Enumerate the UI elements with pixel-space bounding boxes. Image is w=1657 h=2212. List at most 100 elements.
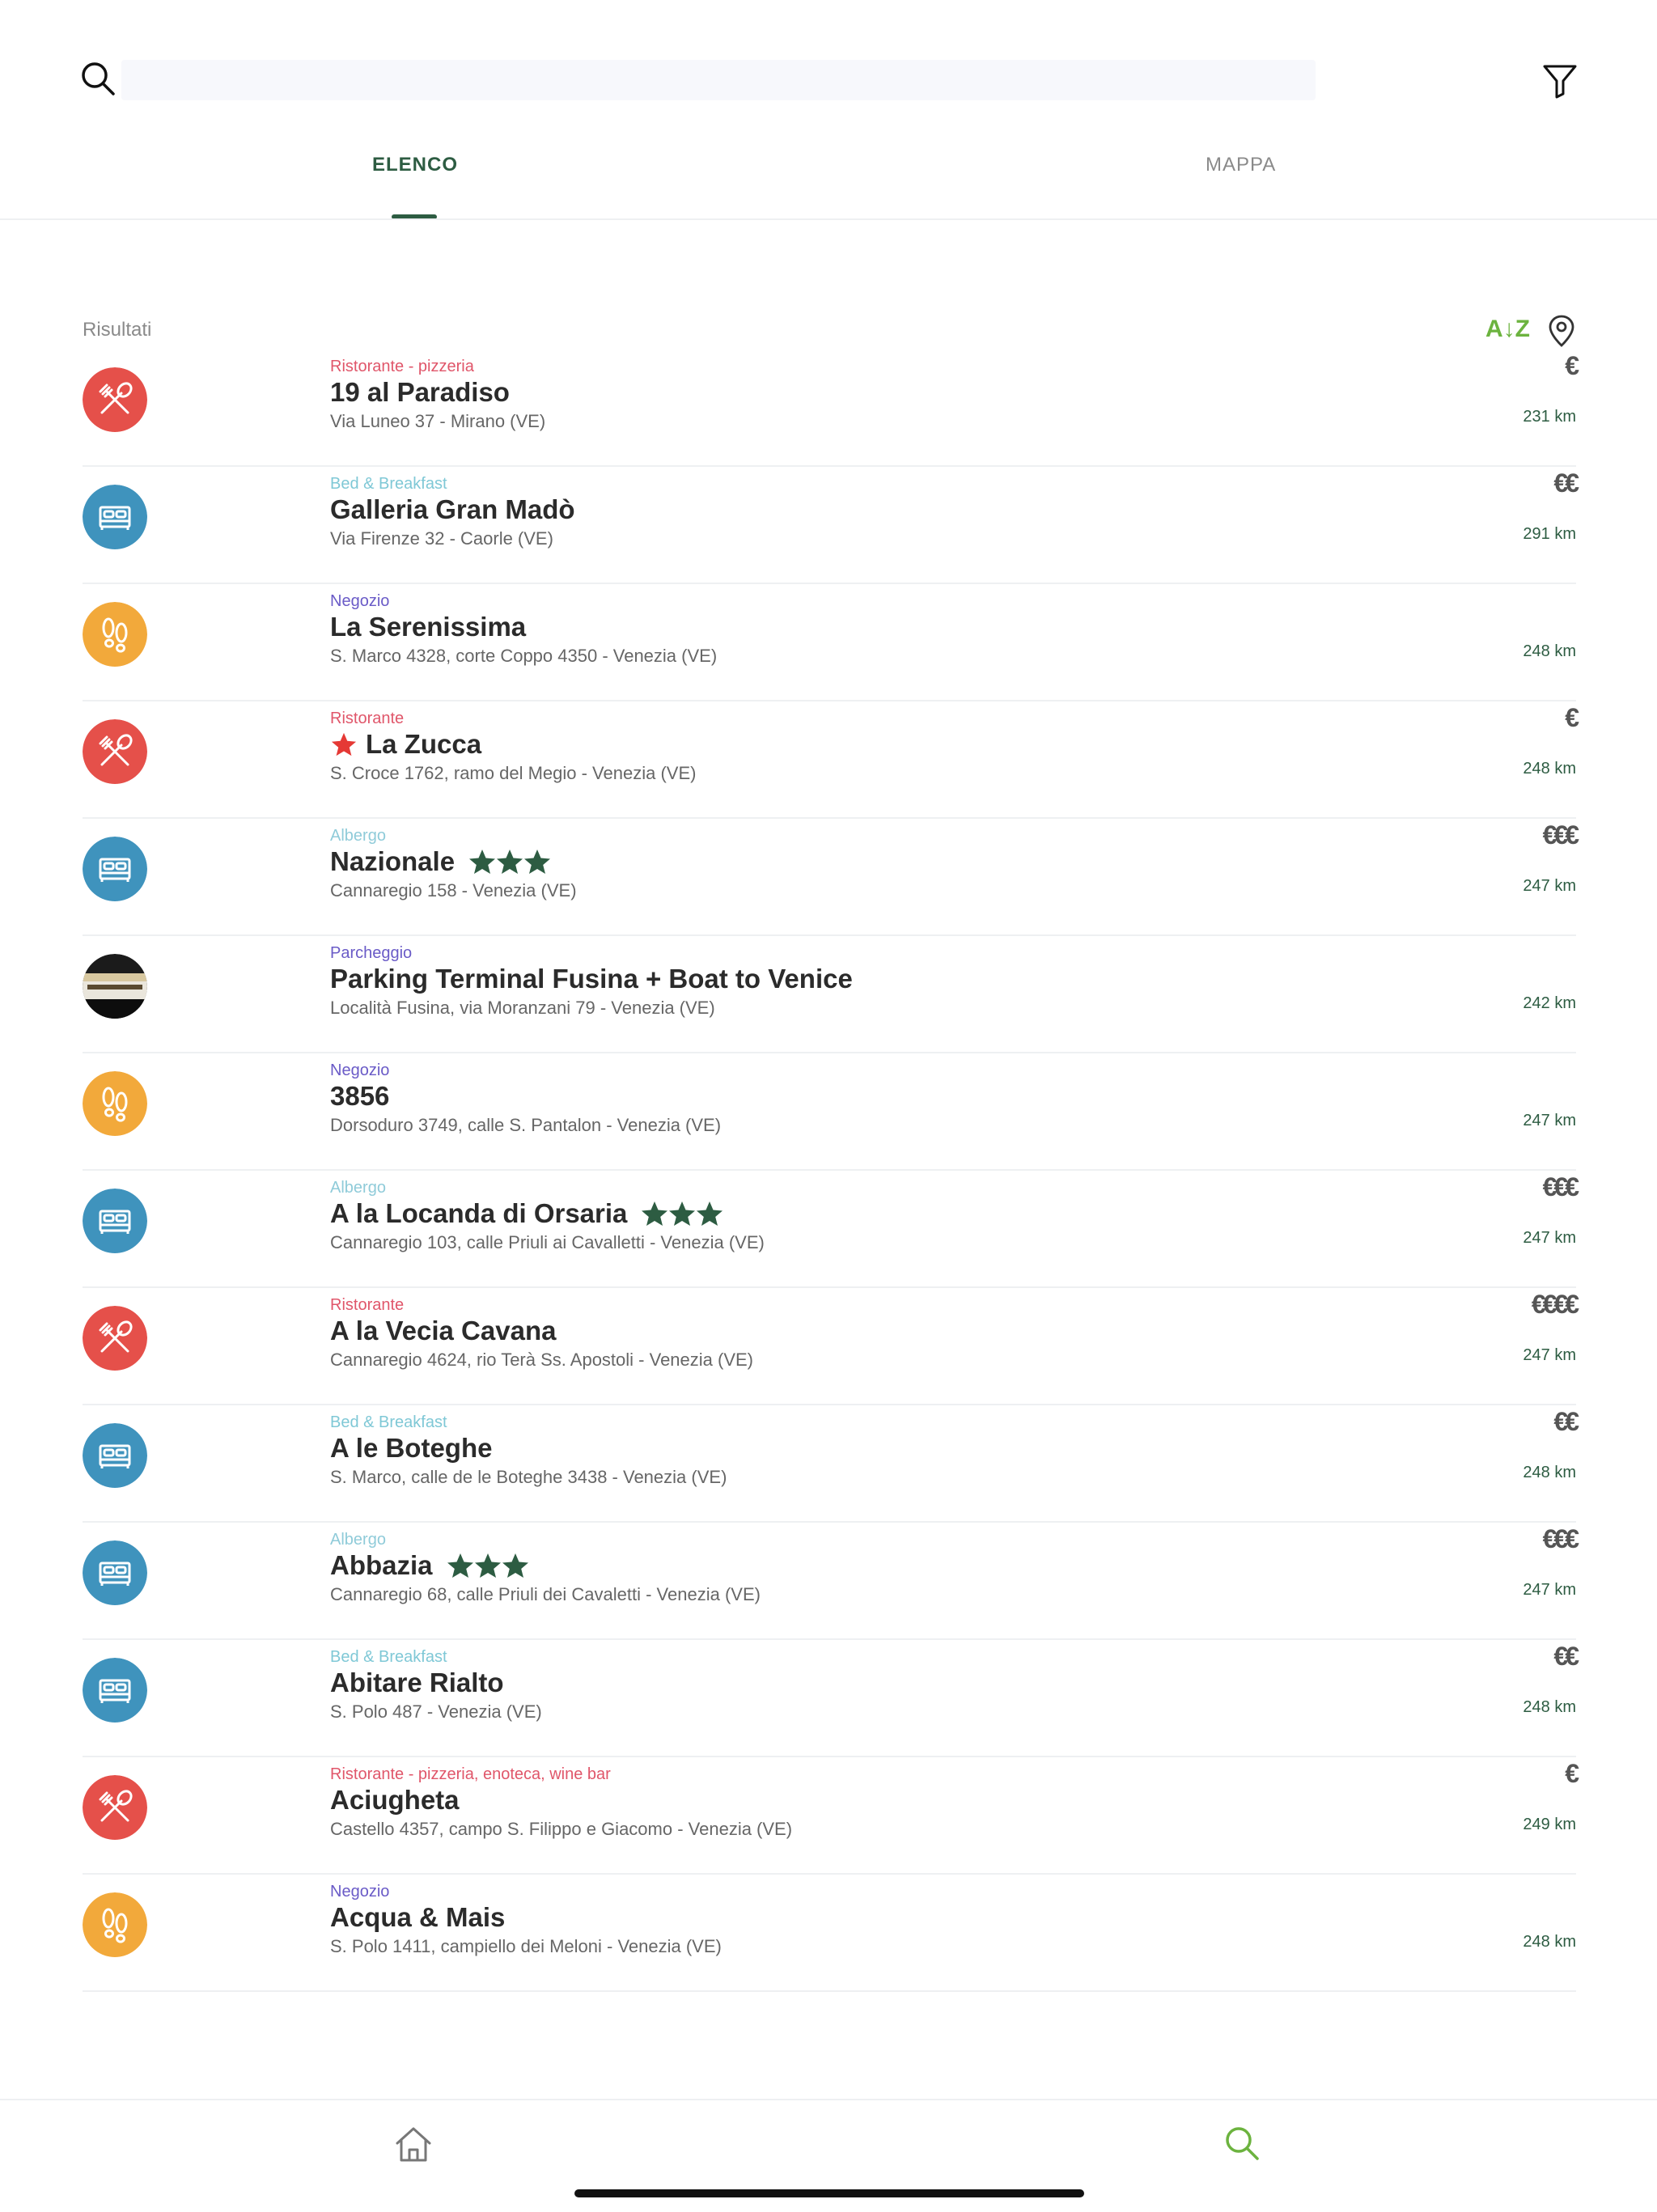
price-level: €	[1565, 703, 1579, 732]
list-item[interactable]: Albergo A la Locanda di Orsaria Cannaregio…	[83, 1171, 1579, 1288]
place-name-text: Acqua & Mais	[330, 1902, 506, 1932]
price-level: €	[1565, 1759, 1579, 1788]
list-item[interactable]: Ristorante - pizzeria 19 al Paradiso Via L…	[83, 350, 1579, 467]
place-name-text: Abitare Rialto	[330, 1667, 504, 1697]
distance-label: 291 km	[1523, 525, 1576, 543]
distance-label: 248 km	[1523, 1933, 1576, 1951]
location-pin-icon[interactable]	[1545, 314, 1578, 348]
place-name: La Zucca	[330, 729, 481, 760]
favorite-star-icon	[331, 732, 357, 756]
list-item[interactable]: Ristorante - pizzeria, enoteca, wine bar…	[83, 1757, 1579, 1875]
list-item[interactable]: Albergo Abbazia Cannaregio 68, calle Priul…	[83, 1523, 1579, 1640]
place-address: S. Marco 4328, corte Coppo 4350 - Venezi…	[330, 646, 718, 666]
category-label: Ristorante	[330, 1296, 405, 1314]
search-input[interactable]	[121, 60, 1316, 100]
price-level: €€	[1553, 1407, 1579, 1436]
distance-label: 248 km	[1523, 760, 1576, 778]
rating-star-icon	[669, 1201, 696, 1226]
distance-label: 231 km	[1523, 408, 1576, 426]
bed-icon	[83, 1189, 147, 1253]
sort-alphabetical-button[interactable]: A↓Z	[1485, 316, 1530, 343]
list-item[interactable]: Negozio La Serenissima S. Marco 4328, cort…	[83, 584, 1576, 701]
rating-star-icon	[447, 1553, 473, 1578]
parking-photo-icon	[83, 954, 147, 1019]
place-name: La Serenissima	[330, 612, 526, 642]
fork-knife-icon	[83, 367, 147, 432]
place-name: Abbazia	[330, 1550, 528, 1581]
place-address: Via Firenze 32 - Caorle (VE)	[330, 528, 553, 549]
place-address: Dorsoduro 3749, calle S. Pantalon - Vene…	[330, 1115, 722, 1135]
price-level: €€€	[1542, 820, 1579, 850]
footprints-icon	[83, 1892, 147, 1957]
category-label: Negozio	[330, 1883, 390, 1901]
place-address: S. Polo 1411, campiello dei Meloni - Ven…	[330, 1936, 722, 1956]
rating-star-icon	[497, 850, 523, 874]
list-item[interactable]: Bed & Breakfast A le Boteghe S. Marco, cal…	[83, 1405, 1579, 1523]
rating-star-icon	[524, 850, 551, 874]
place-name-text: La Serenissima	[330, 612, 527, 642]
place-address: S. Marco, calle de le Boteghe 3438 - Ven…	[330, 1467, 727, 1487]
place-name-text: A le Boteghe	[330, 1433, 493, 1463]
place-name: Aciugheta	[330, 1785, 460, 1816]
list-item[interactable]: Negozio Acqua & Mais S. Polo 1411, campiel…	[83, 1875, 1576, 1992]
list-item[interactable]: Bed & Breakfast Galleria Gran Madò Via Fir…	[83, 467, 1579, 584]
price-level: €€€€	[1531, 1290, 1579, 1319]
place-name: Nazionale	[330, 846, 551, 877]
place-name: 3856	[330, 1081, 389, 1112]
place-address: Cannaregio 68, calle Priuli dei Cavalett…	[330, 1584, 761, 1604]
distance-label: 242 km	[1523, 994, 1576, 1012]
footprints-icon	[83, 1071, 147, 1136]
place-name-text: Aciugheta	[330, 1785, 460, 1815]
place-name-text: A la Vecia Cavana	[330, 1316, 557, 1345]
list-item[interactable]: Ristorante A la Vecia Cavana Cannaregio 46…	[83, 1288, 1579, 1405]
place-name-text: 19 al Paradiso	[330, 377, 510, 407]
header-divider	[0, 218, 1657, 220]
distance-label: 247 km	[1523, 1112, 1576, 1129]
results-list: Ristorante - pizzeria 19 al Paradiso Via L…	[83, 350, 1579, 1992]
distance-label: 248 km	[1523, 1464, 1576, 1481]
distance-label: 247 km	[1523, 877, 1576, 895]
search-tab-icon[interactable]	[1223, 2125, 1261, 2162]
results-label: Risultati	[83, 319, 152, 341]
category-label: Parcheggio	[330, 944, 413, 962]
category-label: Negozio	[330, 1062, 390, 1079]
category-label: Bed & Breakfast	[330, 475, 447, 493]
place-name-text: Abbazia	[330, 1550, 433, 1580]
rating-star-icon	[469, 850, 496, 874]
price-level: €€€	[1542, 1524, 1579, 1553]
price-level: €	[1565, 351, 1579, 380]
place-name-text: 3856	[330, 1081, 390, 1111]
list-item[interactable]: Bed & Breakfast Abitare Rialto S. Polo 487…	[83, 1640, 1579, 1757]
list-item[interactable]: Albergo Nazionale Cannaregio 158 - Venezia…	[83, 819, 1579, 936]
category-label: Negozio	[330, 592, 390, 610]
place-name-text: Nazionale	[330, 846, 456, 876]
distance-label: 247 km	[1523, 1229, 1576, 1247]
place-name: 19 al Paradiso	[330, 377, 510, 408]
rating-star-icon	[697, 1201, 723, 1226]
search-icon[interactable]	[79, 60, 117, 97]
list-item[interactable]: Negozio 3856 Dorsoduro 3749, calle S. Pant…	[83, 1053, 1576, 1171]
place-address: Località Fusina, via Moranzani 79 - Vene…	[330, 998, 715, 1018]
place-address: Cannaregio 158 - Venezia (VE)	[330, 880, 577, 900]
place-address: Via Luneo 37 - Mirano (VE)	[330, 411, 546, 431]
distance-label: 248 km	[1523, 642, 1576, 660]
filter-icon[interactable]	[1540, 61, 1579, 100]
price-level: €€	[1553, 1642, 1579, 1671]
place-name: Galleria Gran Madò	[330, 494, 575, 525]
distance-label: 249 km	[1523, 1816, 1576, 1833]
list-item[interactable]: Parcheggio Parking Terminal Fusina + Boat…	[83, 936, 1576, 1053]
category-label: Ristorante - pizzeria	[330, 358, 474, 375]
place-name-text: A la Locanda di Orsaria	[330, 1198, 628, 1228]
category-label: Bed & Breakfast	[330, 1648, 447, 1666]
tab-mappa[interactable]: MAPPA	[1206, 154, 1276, 176]
price-level: €€	[1553, 468, 1579, 498]
list-item[interactable]: Ristorante La Zucca S. Croce 1762, ramo de…	[83, 701, 1579, 819]
rating-star-icon	[502, 1553, 528, 1578]
place-address: S. Croce 1762, ramo del Megio - Venezia …	[330, 763, 697, 783]
bed-icon	[83, 1658, 147, 1723]
fork-knife-icon	[83, 719, 147, 784]
tab-elenco[interactable]: ELENCO	[372, 154, 458, 176]
place-name: Acqua & Mais	[330, 1902, 505, 1933]
place-name: A la Locanda di Orsaria	[330, 1198, 723, 1229]
home-icon[interactable]	[393, 2125, 434, 2165]
